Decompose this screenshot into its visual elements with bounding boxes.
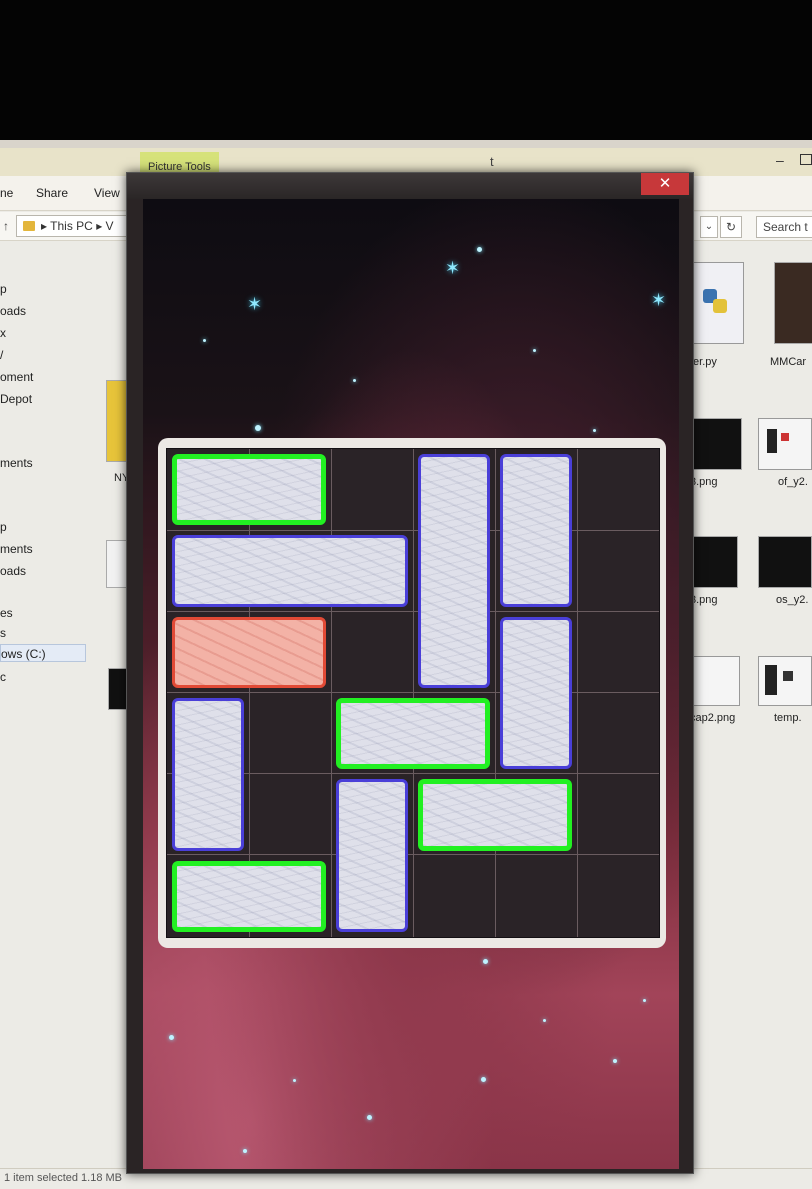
sliding-block[interactable] bbox=[500, 616, 572, 770]
file-thumbnail[interactable] bbox=[690, 656, 740, 706]
ribbon-tab-home[interactable]: ne bbox=[0, 186, 13, 200]
nav-item-desktop[interactable]: p bbox=[0, 520, 7, 534]
star bbox=[255, 425, 261, 431]
thumbnail-detail bbox=[783, 671, 793, 681]
sliding-block[interactable] bbox=[336, 779, 408, 932]
python-file-icon[interactable] bbox=[690, 262, 744, 344]
monitor-bezel bbox=[0, 0, 812, 140]
search-input[interactable]: Search t bbox=[756, 216, 812, 238]
star bbox=[543, 1019, 546, 1022]
thumbnail-detail bbox=[765, 665, 777, 695]
file-label: 3.png bbox=[690, 476, 718, 488]
address-dropdown-icon[interactable]: ⌄ bbox=[700, 216, 718, 238]
grid-line bbox=[413, 449, 414, 937]
breadcrumb-next[interactable]: ▸ V bbox=[96, 219, 113, 233]
grid-line bbox=[331, 449, 332, 937]
file-thumbnail[interactable] bbox=[774, 262, 812, 344]
file-thumbnail[interactable] bbox=[692, 418, 742, 470]
nav-item[interactable]: x bbox=[0, 326, 6, 340]
highlighted-block[interactable] bbox=[172, 860, 326, 932]
file-thumbnail[interactable] bbox=[758, 656, 812, 706]
nav-item[interactable]: c bbox=[0, 670, 6, 684]
grid-line bbox=[167, 530, 659, 531]
maximize-icon[interactable] bbox=[800, 154, 812, 165]
sliding-block[interactable] bbox=[418, 454, 490, 688]
python-logo-icon bbox=[713, 299, 727, 313]
nav-item[interactable]: / bbox=[0, 348, 3, 362]
breadcrumb-this-pc[interactable]: This PC bbox=[50, 219, 93, 233]
star bbox=[293, 1079, 296, 1082]
minimize-icon[interactable]: – bbox=[776, 152, 784, 168]
grid-line bbox=[167, 854, 659, 855]
navigation-pane: p oads x / oment Depot ments p ments oad… bbox=[0, 242, 96, 1172]
highlighted-block[interactable] bbox=[172, 454, 326, 526]
nav-item-videos[interactable]: s bbox=[0, 626, 6, 640]
nav-item-documents[interactable]: ments bbox=[0, 456, 33, 470]
nav-item[interactable]: p bbox=[0, 282, 7, 296]
file-label: ter.py bbox=[690, 356, 717, 368]
nav-item-depot[interactable]: Depot bbox=[0, 392, 32, 406]
highlighted-block[interactable] bbox=[336, 698, 490, 770]
file-label: 3.png bbox=[690, 594, 718, 606]
star-icon: ✶ bbox=[445, 258, 461, 278]
nav-item-downloads[interactable]: oads bbox=[0, 304, 26, 318]
file-label: temp. bbox=[774, 712, 802, 724]
file-label: MMCar bbox=[770, 356, 807, 368]
highlighted-block[interactable] bbox=[418, 779, 572, 851]
nav-item-windows-drive[interactable]: ows (C:) bbox=[0, 644, 86, 662]
star bbox=[643, 999, 646, 1002]
star bbox=[203, 339, 206, 342]
star bbox=[353, 379, 356, 382]
folder-icon bbox=[23, 221, 35, 231]
sliding-block[interactable] bbox=[500, 454, 572, 607]
drive-label: ows (C:) bbox=[1, 647, 46, 661]
thumbnail-detail bbox=[781, 433, 789, 441]
star bbox=[169, 1035, 174, 1040]
file-label: cap2.png bbox=[690, 712, 736, 724]
thumbnail-detail bbox=[767, 429, 777, 453]
grid-line bbox=[577, 449, 578, 937]
star bbox=[613, 1059, 617, 1063]
picture-tools-tab[interactable]: Picture Tools bbox=[140, 152, 219, 174]
ribbon-tab-view[interactable]: View bbox=[94, 186, 120, 200]
star bbox=[593, 429, 596, 432]
ribbon-tab-share[interactable]: Share bbox=[36, 186, 68, 200]
file-label: of_y2. bbox=[778, 476, 808, 488]
breadcrumb-separator: ▸ bbox=[41, 219, 48, 233]
game-titlebar[interactable]: ✕ bbox=[127, 173, 693, 199]
sliding-block[interactable] bbox=[172, 535, 408, 607]
file-thumbnail[interactable] bbox=[758, 536, 812, 588]
star bbox=[477, 247, 482, 252]
address-input[interactable]: ↑ ▸ This PC ▸ V bbox=[3, 215, 130, 237]
explorer-title: t bbox=[490, 154, 494, 169]
file-label: os_y2. bbox=[776, 594, 809, 606]
grid-line bbox=[167, 692, 659, 693]
star bbox=[533, 349, 536, 352]
star-icon: ✶ bbox=[651, 290, 667, 310]
nav-item-development[interactable]: oment bbox=[0, 370, 33, 384]
file-thumbnail[interactable] bbox=[692, 536, 738, 588]
grid-line bbox=[495, 449, 496, 937]
puzzle-board-frame bbox=[158, 438, 666, 948]
star bbox=[243, 1149, 247, 1153]
star bbox=[367, 1115, 372, 1120]
star-icon: ✶ bbox=[247, 294, 263, 314]
file-thumbnail[interactable] bbox=[758, 418, 812, 470]
nav-item-downloads-2[interactable]: oads bbox=[0, 564, 26, 578]
grid-line bbox=[167, 611, 659, 612]
refresh-icon[interactable]: ↻ bbox=[720, 216, 742, 238]
sliding-block[interactable] bbox=[172, 698, 244, 851]
target-block[interactable] bbox=[172, 616, 326, 688]
nav-item-documents-2[interactable]: ments bbox=[0, 542, 33, 556]
nav-item-pictures[interactable]: es bbox=[0, 606, 13, 620]
star bbox=[481, 1077, 486, 1082]
up-arrow-icon[interactable]: ↑ bbox=[3, 216, 9, 236]
star bbox=[483, 959, 488, 964]
close-icon[interactable]: ✕ bbox=[641, 173, 689, 195]
puzzle-board bbox=[166, 448, 660, 938]
